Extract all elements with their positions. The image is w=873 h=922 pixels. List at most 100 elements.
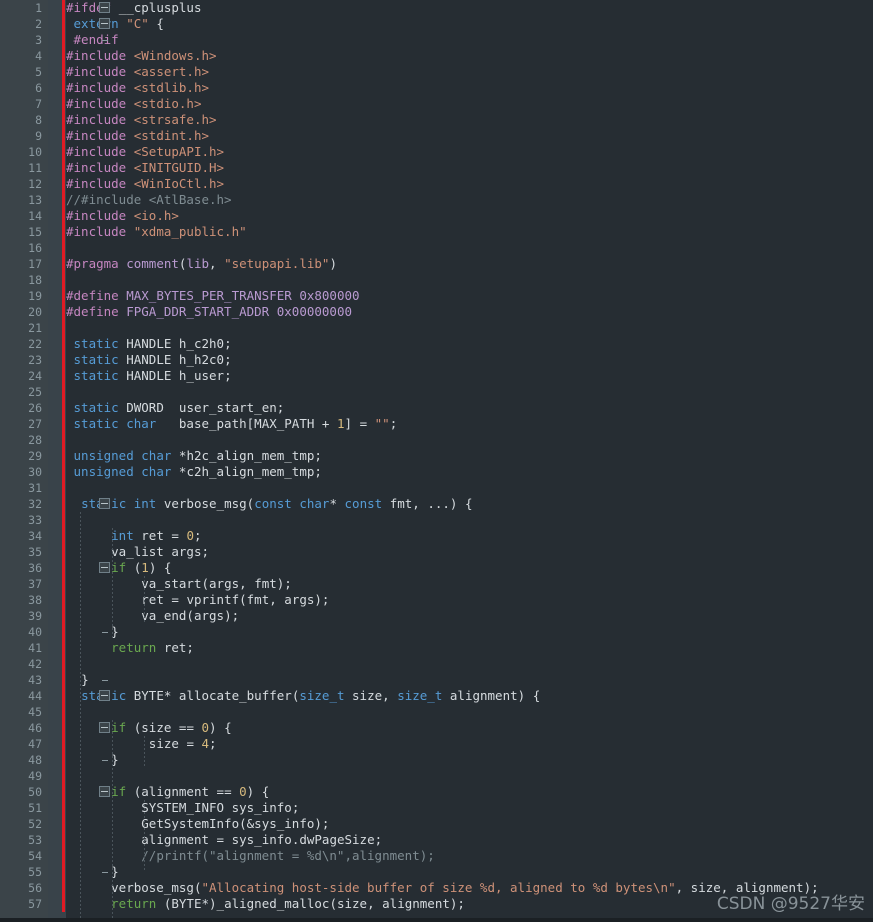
indent-guide xyxy=(144,800,145,872)
code-line[interactable]: #include <WinIoCtl.h> xyxy=(66,176,224,192)
code-line[interactable]: #ifdef __cplusplus xyxy=(66,0,201,16)
code-line[interactable]: } xyxy=(66,864,119,880)
line-number: 47 xyxy=(0,736,42,752)
fold-toggle-icon[interactable] xyxy=(99,562,110,573)
line-number: 38 xyxy=(0,592,42,608)
code-line[interactable]: static DWORD user_start_en; xyxy=(66,400,284,416)
code-line[interactable]: size = 4; xyxy=(66,736,217,752)
line-number: 39 xyxy=(0,608,42,624)
code-line[interactable]: verbose_msg("Allocating host-side buffer… xyxy=(66,880,819,896)
line-number: 14 xyxy=(0,208,42,224)
fold-toggle-icon[interactable] xyxy=(99,2,110,13)
code-line[interactable]: #include <strsafe.h> xyxy=(66,112,217,128)
code-line[interactable]: va_start(args, fmt); xyxy=(66,576,292,592)
line-number: 46 xyxy=(0,720,42,736)
code-line[interactable]: static HANDLE h_h2c0; xyxy=(66,352,232,368)
code-line[interactable]: return (BYTE*)_aligned_malloc(size, alig… xyxy=(66,896,465,912)
line-number: 35 xyxy=(0,544,42,560)
line-number: 40 xyxy=(0,624,42,640)
code-line[interactable]: } xyxy=(66,672,89,688)
line-number: 31 xyxy=(0,480,42,496)
indent-guide xyxy=(144,736,145,768)
code-line[interactable]: //printf("alignment = %d\n",alignment); xyxy=(66,848,435,864)
fold-toggle-icon[interactable] xyxy=(99,786,110,797)
code-line[interactable]: if (1) { xyxy=(66,560,171,576)
fold-toggle-icon[interactable] xyxy=(99,722,110,733)
code-line[interactable]: if (alignment == 0) { xyxy=(66,784,269,800)
line-number: 51 xyxy=(0,800,42,816)
line-number: 36 xyxy=(0,560,42,576)
code-line[interactable]: #include <SetupAPI.h> xyxy=(66,144,224,160)
code-line[interactable]: } xyxy=(66,624,119,640)
code-line[interactable]: va_list args; xyxy=(66,544,209,560)
line-number: 55 xyxy=(0,864,42,880)
code-line[interactable]: if (size == 0) { xyxy=(66,720,232,736)
line-number: 22 xyxy=(0,336,42,352)
line-number: 15 xyxy=(0,224,42,240)
line-number: 6 xyxy=(0,80,42,96)
line-number: 57 xyxy=(0,896,42,912)
line-number: 29 xyxy=(0,448,42,464)
fold-region-end-marker xyxy=(102,872,108,873)
line-number: 27 xyxy=(0,416,42,432)
line-number: 12 xyxy=(0,176,42,192)
code-content-area[interactable]: #ifdef __cplusplus extern "C" { #endif#i… xyxy=(66,0,873,922)
line-number: 3 xyxy=(0,32,42,48)
indent-guide xyxy=(80,512,81,704)
fold-toggle-icon[interactable] xyxy=(99,690,110,701)
code-line[interactable]: #define MAX_BYTES_PER_TRANSFER 0x800000 xyxy=(66,288,360,304)
code-line[interactable]: #include <assert.h> xyxy=(66,64,209,80)
code-line[interactable]: #endif xyxy=(66,32,119,48)
line-number: 48 xyxy=(0,752,42,768)
line-number: 10 xyxy=(0,144,42,160)
code-line[interactable]: extern "C" { xyxy=(66,16,164,32)
code-line[interactable]: #include <INITGUID.H> xyxy=(66,160,224,176)
line-number: 54 xyxy=(0,848,42,864)
code-line[interactable]: #include "xdma_public.h" xyxy=(66,224,247,240)
fold-toggle-icon[interactable] xyxy=(99,18,110,29)
code-line[interactable]: static HANDLE h_c2h0; xyxy=(66,336,232,352)
line-number: 28 xyxy=(0,432,42,448)
line-number: 41 xyxy=(0,640,42,656)
code-line[interactable]: #include <stdio.h> xyxy=(66,96,201,112)
csdn-watermark: CSDN @9527华安 xyxy=(717,889,865,914)
code-line[interactable]: static BYTE* allocate_buffer(size_t size… xyxy=(66,688,540,704)
code-line[interactable]: #include <Windows.h> xyxy=(66,48,217,64)
code-line[interactable]: #include <io.h> xyxy=(66,208,179,224)
fold-toggle-icon[interactable] xyxy=(99,498,110,509)
code-line[interactable]: #include <stdint.h> xyxy=(66,128,209,144)
code-line[interactable]: static HANDLE h_user; xyxy=(66,368,232,384)
code-line[interactable]: unsigned char *h2c_align_mem_tmp; xyxy=(66,448,322,464)
code-line[interactable]: unsigned char *c2h_align_mem_tmp; xyxy=(66,464,322,480)
code-line[interactable]: return ret; xyxy=(66,640,194,656)
line-number: 45 xyxy=(0,704,42,720)
indent-guide xyxy=(80,704,81,922)
line-number: 44 xyxy=(0,688,42,704)
code-editor[interactable]: 1234567891011121314151617181920212223242… xyxy=(0,0,873,922)
indent-guide xyxy=(112,720,113,922)
code-line[interactable]: SYSTEM_INFO sys_info; xyxy=(66,800,299,816)
code-line[interactable]: va_end(args); xyxy=(66,608,239,624)
line-number: 53 xyxy=(0,832,42,848)
editor-bottom-edge xyxy=(0,918,873,922)
fold-region-end-marker xyxy=(102,40,108,41)
line-number: 16 xyxy=(0,240,42,256)
code-line[interactable]: } xyxy=(66,752,119,768)
line-number: 42 xyxy=(0,656,42,672)
code-line[interactable]: #define FPGA_DDR_START_ADDR 0x00000000 xyxy=(66,304,352,320)
line-number: 7 xyxy=(0,96,42,112)
code-line[interactable]: //#include <AtlBase.h> xyxy=(66,192,232,208)
code-line[interactable]: static char base_path[MAX_PATH + 1] = ""… xyxy=(66,416,397,432)
line-number: 34 xyxy=(0,528,42,544)
code-line[interactable]: alignment = sys_info.dwPageSize; xyxy=(66,832,382,848)
code-line[interactable]: #include <stdlib.h> xyxy=(66,80,209,96)
code-line[interactable]: static int verbose_msg(const char* const… xyxy=(66,496,473,512)
code-line[interactable]: GetSystemInfo(&sys_info); xyxy=(66,816,329,832)
code-line[interactable]: int ret = 0; xyxy=(66,528,202,544)
fold-region-end-marker xyxy=(102,680,108,681)
line-number-gutter: 1234567891011121314151617181920212223242… xyxy=(0,0,48,922)
code-line[interactable]: ret = vprintf(fmt, args); xyxy=(66,592,329,608)
line-number: 1 xyxy=(0,0,42,16)
line-number: 13 xyxy=(0,192,42,208)
code-line[interactable]: #pragma comment(lib, "setupapi.lib") xyxy=(66,256,337,272)
